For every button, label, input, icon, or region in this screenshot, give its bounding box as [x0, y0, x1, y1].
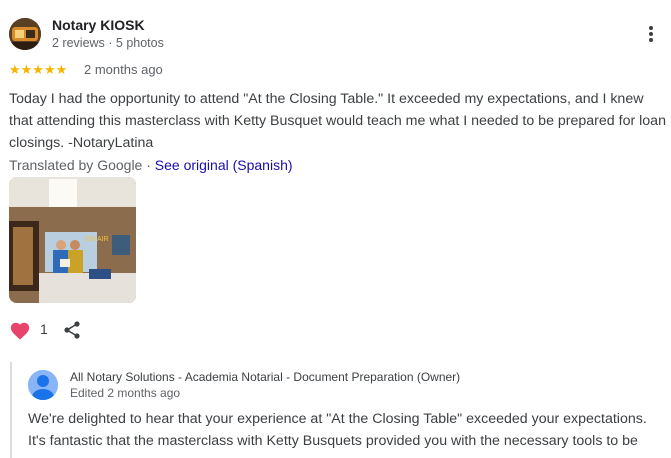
star-rating: ★★★★★ [9, 62, 68, 77]
more-options-button[interactable] [644, 22, 658, 46]
avatar-image [9, 18, 41, 50]
reviewer-meta: 2 reviews · 5 photos [52, 36, 164, 50]
more-vert-icon [649, 26, 653, 42]
heart-icon [10, 322, 30, 340]
like-count: 1 [40, 321, 48, 337]
reviewer-name[interactable]: Notary KIOSK [52, 17, 145, 33]
share-button[interactable] [63, 320, 81, 340]
owner-reply-text: We're delighted to hear that your experi… [28, 411, 647, 449]
review-time: 2 months ago [84, 62, 163, 77]
translated-by-label: Translated by Google · [9, 157, 155, 173]
like-button[interactable] [9, 320, 31, 342]
review-photo[interactable]: ON AIR [9, 177, 136, 303]
see-original-link[interactable]: See original (Spanish) [155, 157, 293, 173]
reviewer-avatar[interactable] [9, 18, 41, 50]
person-icon [28, 370, 58, 400]
translation-note: Translated by Google · See original (Spa… [9, 157, 293, 173]
photo-image: ON AIR [9, 177, 136, 303]
photo-sign-text: ON AIR [85, 236, 109, 243]
owner-edited-time: Edited 2 months ago [70, 386, 181, 400]
share-icon [64, 321, 80, 339]
owner-name: All Notary Solutions - Academia Notarial… [70, 370, 461, 384]
owner-avatar [28, 370, 58, 400]
review-text: Today I had the opportunity to attend "A… [9, 91, 666, 151]
reply-divider [10, 362, 12, 458]
